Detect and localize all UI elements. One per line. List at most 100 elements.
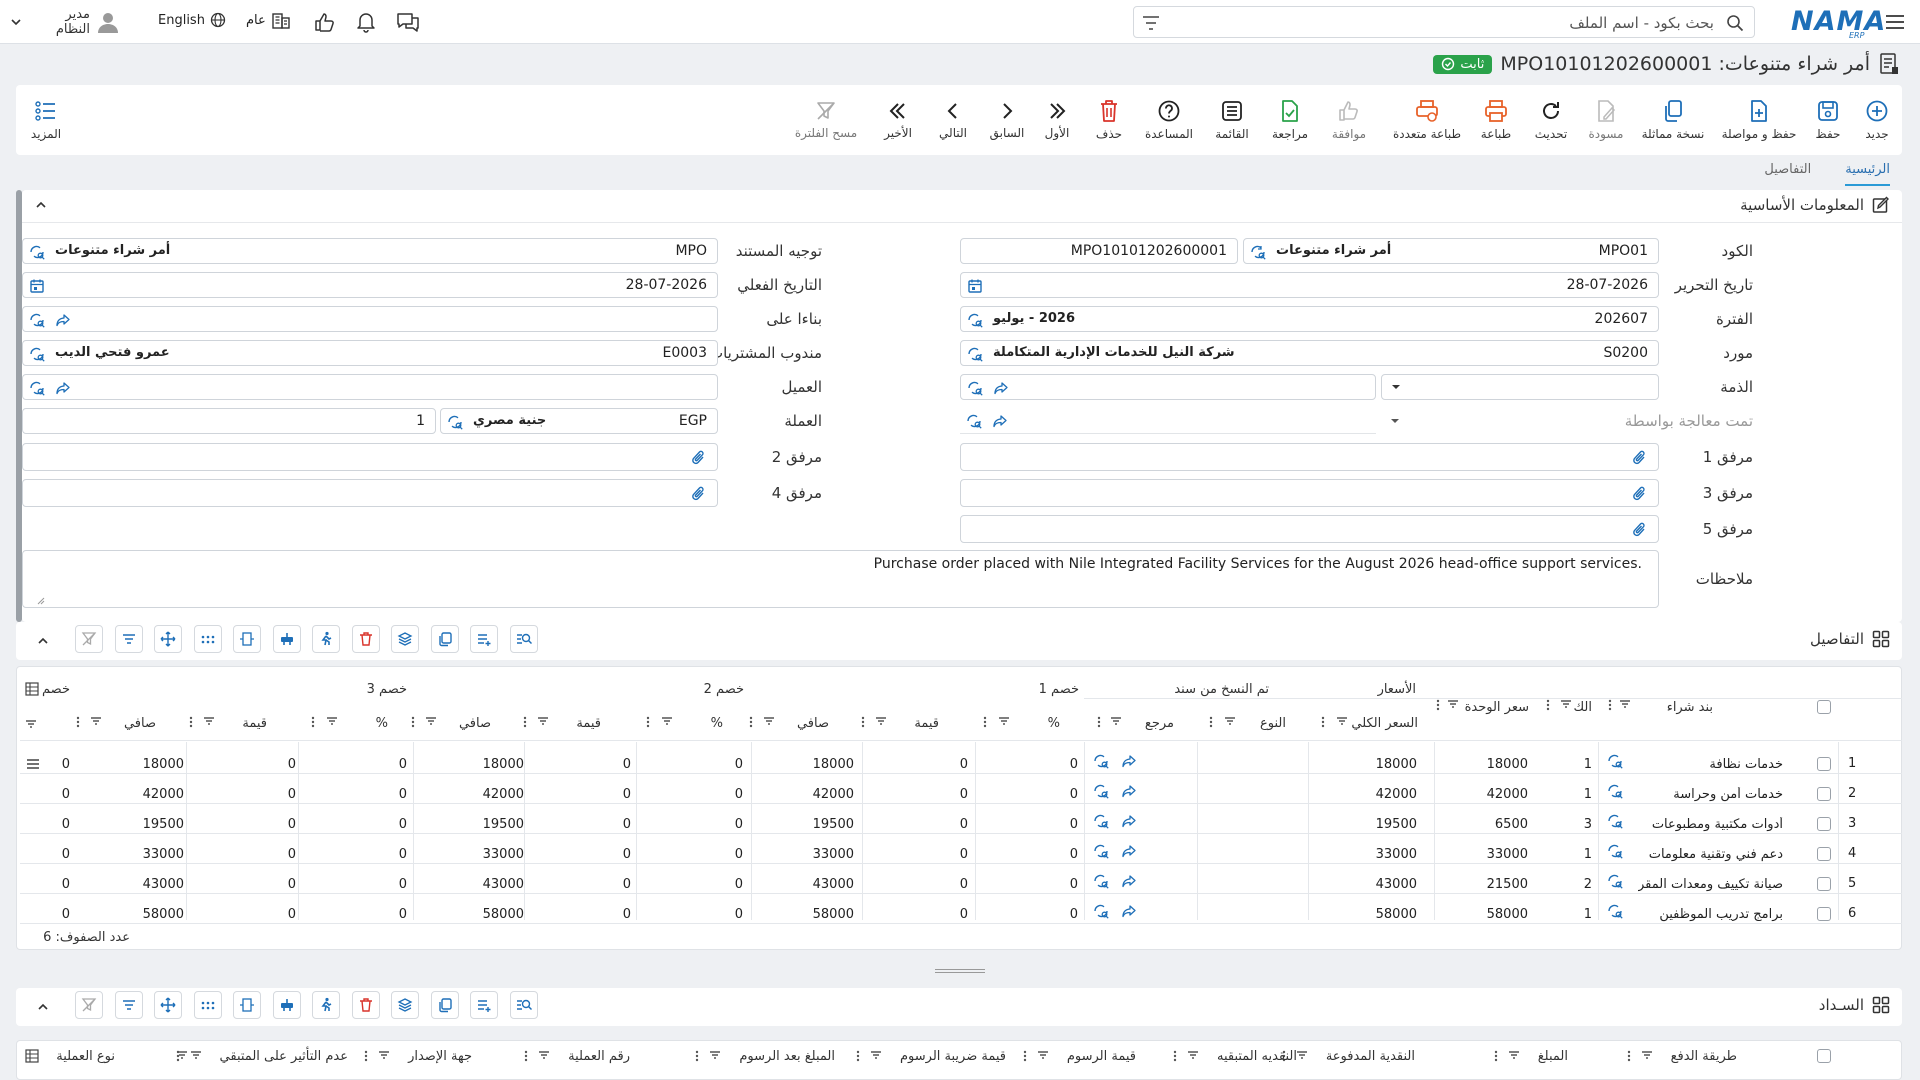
user-menu[interactable]: مدير النظام: [10, 7, 120, 37]
ref-open-icon[interactable]: [1121, 843, 1137, 859]
column-menu-icon[interactable]: [1321, 716, 1325, 728]
row-checkbox[interactable]: [1817, 907, 1831, 921]
column-menu-icon[interactable]: [1627, 1050, 1631, 1062]
copy-rows-button[interactable]: [430, 625, 459, 653]
ref-open-icon[interactable]: [1121, 753, 1137, 769]
column-menu-icon[interactable]: [189, 716, 193, 728]
next-button[interactable]: التالي: [928, 85, 978, 155]
attach4-field[interactable]: [22, 479, 718, 507]
currency-field[interactable]: EGP جنية مصري: [440, 408, 718, 434]
ref-open-icon[interactable]: [1121, 903, 1137, 919]
review-button[interactable]: مراجعة: [1262, 85, 1318, 155]
ref-lookup-icon[interactable]: [1093, 753, 1109, 769]
list-button[interactable]: القائمة: [1204, 85, 1260, 155]
column-menu-icon[interactable]: [861, 716, 865, 728]
column-filter-icon[interactable]: [378, 1050, 390, 1060]
move-button[interactable]: [154, 991, 182, 1019]
ref-lookup-icon[interactable]: [1093, 903, 1109, 919]
move-button[interactable]: [154, 625, 182, 653]
code-field[interactable]: MPO01 أمر شراء متنوعات: [1243, 238, 1659, 264]
column-filter-icon[interactable]: [176, 1050, 188, 1060]
attach1-field[interactable]: [960, 443, 1659, 471]
ref-lookup-icon[interactable]: [1093, 813, 1109, 829]
previous-button[interactable]: السابق: [982, 85, 1032, 155]
column-menu-icon[interactable]: [1209, 716, 1213, 728]
column-menu-icon[interactable]: [1173, 1050, 1177, 1062]
item-lookup-icon[interactable]: [1607, 783, 1623, 799]
grid-dots-button[interactable]: [193, 991, 222, 1019]
column-menu-icon[interactable]: [523, 716, 527, 728]
runner-button[interactable]: [312, 991, 340, 1019]
column-filter-icon[interactable]: [875, 716, 887, 726]
column-menu-icon[interactable]: [76, 716, 80, 728]
layers-button[interactable]: [391, 991, 419, 1019]
customer-field[interactable]: [22, 374, 718, 400]
column-menu-icon[interactable]: [1023, 1050, 1027, 1062]
column-menu-icon[interactable]: [983, 716, 987, 728]
chat-icon[interactable]: [393, 7, 423, 37]
ref-open-icon[interactable]: [1121, 873, 1137, 889]
payment-select-all-checkbox[interactable]: [1817, 1049, 1831, 1063]
approve-button[interactable]: موافقة: [1318, 85, 1380, 155]
column-filter-icon[interactable]: [537, 716, 549, 726]
last-button[interactable]: الأخير: [872, 85, 924, 155]
collapse-payment-icon[interactable]: [36, 1000, 50, 1014]
column-menu-icon[interactable]: [311, 716, 315, 728]
search-box[interactable]: بحث بكود - اسم الملف: [1133, 6, 1755, 38]
stamp-button[interactable]: [272, 625, 301, 653]
ref-open-icon[interactable]: [1121, 813, 1137, 829]
column-menu-icon[interactable]: [856, 1050, 860, 1062]
multi-print-button[interactable]: طباعة متعددة: [1382, 85, 1472, 155]
edit-date-field[interactable]: 28-07-2026: [960, 272, 1659, 298]
filter-button[interactable]: [114, 991, 143, 1019]
row-checkbox[interactable]: [1817, 847, 1831, 861]
copy-similar-button[interactable]: نسخة مماثلة: [1630, 85, 1716, 155]
column-filter-icon[interactable]: [870, 1050, 882, 1060]
column-filter-icon[interactable]: [1508, 1050, 1520, 1060]
column-filter-icon[interactable]: [1296, 1050, 1308, 1060]
column-filter-icon[interactable]: [1560, 699, 1572, 709]
document-number-field[interactable]: MPO10101202600001: [960, 238, 1238, 264]
doc-direction-field[interactable]: MPO أمر شراء متنوعات: [22, 238, 718, 264]
column-filter-icon[interactable]: [203, 716, 215, 726]
column-filter-icon[interactable]: [1641, 1050, 1653, 1060]
grid-rows-menu-icon[interactable]: [26, 758, 40, 770]
column-menu-icon[interactable]: [411, 716, 415, 728]
collapse-basic-icon[interactable]: [34, 198, 48, 212]
add-row-button[interactable]: [470, 991, 498, 1019]
column-filter-icon[interactable]: [190, 1050, 202, 1060]
supplier-field[interactable]: S0200 شركة النيل للخدمات الإدارية المتكا…: [960, 340, 1659, 366]
attach5-field[interactable]: [960, 515, 1659, 543]
collapse-details-icon[interactable]: [36, 634, 50, 648]
column-filter-icon[interactable]: [1224, 716, 1236, 726]
period-field[interactable]: 202607 2026 - يوليو: [960, 306, 1659, 332]
save-button[interactable]: حفظ: [1803, 85, 1853, 155]
column-menu-icon[interactable]: [749, 716, 753, 728]
like-icon[interactable]: [310, 7, 340, 37]
actual-date-field[interactable]: 28-07-2026: [22, 272, 718, 298]
clear-filter-button[interactable]: [75, 991, 103, 1019]
item-lookup-icon[interactable]: [1607, 903, 1623, 919]
delete-row-button[interactable]: [351, 625, 380, 653]
column-filter-icon[interactable]: [326, 716, 338, 726]
delete-row-button[interactable]: [351, 991, 380, 1019]
ref-lookup-icon[interactable]: [1093, 843, 1109, 859]
stamp-button[interactable]: [272, 991, 301, 1019]
public-switch[interactable]: عام: [246, 11, 291, 29]
select-all-checkbox[interactable]: [1817, 700, 1831, 714]
copy-rows-button[interactable]: [430, 991, 459, 1019]
filter-icon[interactable]: [1142, 15, 1160, 31]
based-on-field[interactable]: [22, 306, 718, 332]
column-menu-icon[interactable]: [646, 716, 650, 728]
column-menu-icon[interactable]: [1494, 1050, 1498, 1062]
add-row-button[interactable]: [470, 625, 498, 653]
ref-lookup-icon[interactable]: [1093, 783, 1109, 799]
column-filter-icon[interactable]: [661, 716, 673, 726]
column-menu-icon[interactable]: [1436, 699, 1440, 711]
row-checkbox[interactable]: [1817, 757, 1831, 771]
column-filter-icon[interactable]: [90, 716, 102, 726]
new-button[interactable]: جديد: [1852, 85, 1902, 155]
column-menu-icon[interactable]: [1097, 716, 1101, 728]
runner-button[interactable]: [312, 625, 340, 653]
splitter-handle[interactable]: [935, 968, 985, 974]
